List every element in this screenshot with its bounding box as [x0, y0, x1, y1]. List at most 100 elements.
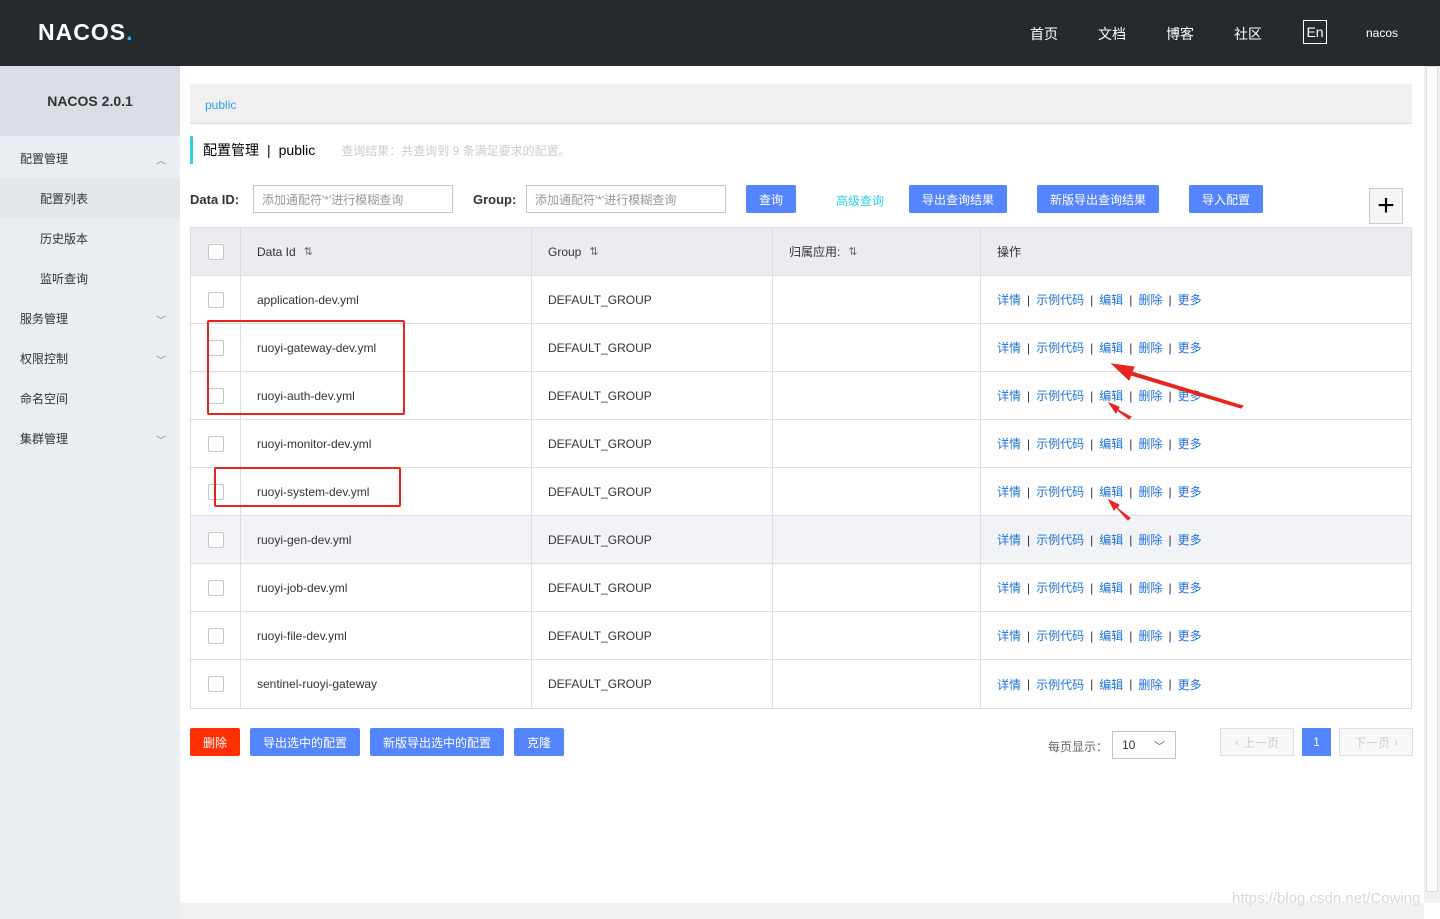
op-edit-link[interactable]: 编辑	[1099, 627, 1123, 644]
nav-docs[interactable]: 文档	[1098, 24, 1126, 44]
op-sample-code-link[interactable]: 示例代码	[1036, 627, 1084, 644]
page-size-select[interactable]: 10 ﹀	[1112, 731, 1176, 759]
sort-icon[interactable]: ⇅	[304, 245, 313, 258]
sort-icon[interactable]: ⇅	[848, 245, 857, 258]
add-config-button[interactable]: +	[1369, 188, 1403, 224]
row-checkbox[interactable]	[207, 531, 224, 548]
op-more-link[interactable]: 更多	[1178, 435, 1202, 452]
delete-selected-button[interactable]: 删除	[190, 728, 240, 756]
export-selected-button[interactable]: 导出选中的配置	[250, 728, 360, 756]
op-detail-link[interactable]: 详情	[997, 435, 1021, 452]
export-results-new-button[interactable]: 新版导出查询结果	[1037, 185, 1159, 213]
op-delete-link[interactable]: 删除	[1138, 579, 1162, 596]
vertical-scrollbar[interactable]	[1424, 66, 1440, 903]
op-delete-link[interactable]: 删除	[1138, 531, 1162, 548]
op-detail-link[interactable]: 详情	[997, 483, 1021, 500]
cell-actions: 详情 | 示例代码 | 编辑 | 删除 | 更多	[997, 676, 1202, 693]
nav-community[interactable]: 社区	[1234, 24, 1262, 44]
row-checkbox[interactable]	[207, 676, 224, 692]
column-header-app[interactable]: 归属应用: ⇅	[773, 228, 981, 275]
op-sample-code-link[interactable]: 示例代码	[1036, 291, 1084, 308]
op-detail-link[interactable]: 详情	[997, 627, 1021, 644]
sidebar-item-service-management[interactable]: 服务管理 ﹀	[0, 298, 180, 338]
sidebar-item-cluster-management[interactable]: 集群管理 ﹀	[0, 418, 180, 458]
op-edit-link[interactable]: 编辑	[1099, 291, 1123, 308]
sidebar-item-config-list[interactable]: 配置列表	[0, 178, 180, 218]
op-edit-link[interactable]: 编辑	[1099, 339, 1123, 356]
op-more-link[interactable]: 更多	[1178, 579, 1202, 596]
cell-actions: 详情 | 示例代码 | 编辑 | 删除 | 更多	[997, 531, 1202, 548]
row-checkbox[interactable]	[207, 579, 224, 596]
sidebar-item-config-management[interactable]: 配置管理 ︿	[0, 138, 180, 178]
export-results-button[interactable]: 导出查询结果	[909, 185, 1007, 213]
sidebar-item-access-control[interactable]: 权限控制 ﹀	[0, 338, 180, 378]
op-delete-link[interactable]: 删除	[1138, 483, 1162, 500]
op-more-link[interactable]: 更多	[1178, 291, 1202, 308]
import-config-button[interactable]: 导入配置	[1189, 185, 1263, 213]
op-detail-link[interactable]: 详情	[997, 531, 1021, 548]
op-sample-code-link[interactable]: 示例代码	[1036, 339, 1084, 356]
op-more-link[interactable]: 更多	[1178, 627, 1202, 644]
group-search-input[interactable]: 添加通配符'*'进行模糊查询	[526, 185, 726, 213]
language-toggle-button[interactable]: En	[1303, 20, 1327, 44]
op-delete-link[interactable]: 删除	[1138, 435, 1162, 452]
op-delete-link[interactable]: 删除	[1138, 291, 1162, 308]
cell-dataid: ruoyi-file-dev.yml	[241, 612, 532, 659]
cell-actions: 详情 | 示例代码 | 编辑 | 删除 | 更多	[997, 387, 1202, 404]
op-more-link[interactable]: 更多	[1178, 387, 1202, 404]
namespace-tab-bar: public	[190, 84, 1412, 124]
namespace-tab-public[interactable]: public	[205, 98, 236, 112]
page-number-current[interactable]: 1	[1302, 728, 1331, 756]
row-checkbox[interactable]	[207, 435, 224, 452]
sidebar-item-history[interactable]: 历史版本	[0, 218, 180, 258]
op-sample-code-link[interactable]: 示例代码	[1036, 387, 1084, 404]
select-all-checkbox[interactable]	[207, 243, 224, 260]
op-delete-link[interactable]: 删除	[1138, 676, 1162, 693]
export-selected-new-button[interactable]: 新版导出选中的配置	[370, 728, 504, 756]
user-name[interactable]: nacos	[1366, 26, 1398, 40]
nav-home[interactable]: 首页	[1030, 24, 1058, 44]
column-header-dataid[interactable]: Data Id ⇅	[241, 228, 532, 275]
op-delete-link[interactable]: 删除	[1138, 387, 1162, 404]
op-edit-link[interactable]: 编辑	[1099, 579, 1123, 596]
op-sample-code-link[interactable]: 示例代码	[1036, 531, 1084, 548]
column-header-group[interactable]: Group ⇅	[532, 228, 773, 275]
op-delete-link[interactable]: 删除	[1138, 339, 1162, 356]
op-more-link[interactable]: 更多	[1178, 339, 1202, 356]
op-detail-link[interactable]: 详情	[997, 676, 1021, 693]
clone-button[interactable]: 克隆	[514, 728, 564, 756]
op-detail-link[interactable]: 详情	[997, 387, 1021, 404]
op-sample-code-link[interactable]: 示例代码	[1036, 676, 1084, 693]
op-edit-link[interactable]: 编辑	[1099, 676, 1123, 693]
table-row: ruoyi-gen-dev.yml DEFAULT_GROUP 详情 | 示例代码 | 编辑…	[191, 516, 1411, 564]
row-checkbox[interactable]	[207, 627, 224, 644]
chevron-left-icon: ‹	[1234, 735, 1239, 749]
op-more-link[interactable]: 更多	[1178, 531, 1202, 548]
sidebar-item-listener-query[interactable]: 监听查询	[0, 258, 180, 298]
op-detail-link[interactable]: 详情	[997, 339, 1021, 356]
nacos-logo[interactable]: NACOS.	[38, 19, 133, 46]
op-detail-link[interactable]: 详情	[997, 291, 1021, 308]
dataid-search-input[interactable]: 添加通配符'*'进行模糊查询	[253, 185, 453, 213]
group-label: Group:	[473, 192, 517, 207]
op-edit-link[interactable]: 编辑	[1099, 531, 1123, 548]
op-sample-code-link[interactable]: 示例代码	[1036, 579, 1084, 596]
advanced-query-link[interactable]: 高级查询	[836, 192, 884, 209]
op-more-link[interactable]: 更多	[1178, 483, 1202, 500]
query-button[interactable]: 查询	[746, 185, 796, 213]
op-sample-code-link[interactable]: 示例代码	[1036, 435, 1084, 452]
op-delete-link[interactable]: 删除	[1138, 627, 1162, 644]
op-more-link[interactable]: 更多	[1178, 676, 1202, 693]
op-edit-link[interactable]: 编辑	[1099, 387, 1123, 404]
sidebar-item-namespace[interactable]: 命名空间	[0, 378, 180, 418]
op-detail-link[interactable]: 详情	[997, 579, 1021, 596]
prev-page-button[interactable]: ‹ 上一页	[1220, 728, 1294, 756]
nav-blog[interactable]: 博客	[1166, 24, 1194, 44]
op-sample-code-link[interactable]: 示例代码	[1036, 483, 1084, 500]
sort-icon[interactable]: ⇅	[589, 245, 598, 258]
scrollbar-thumb[interactable]	[1426, 66, 1438, 892]
op-edit-link[interactable]: 编辑	[1099, 435, 1123, 452]
next-page-button[interactable]: 下一页 ›	[1339, 728, 1413, 756]
op-edit-link[interactable]: 编辑	[1099, 483, 1123, 500]
row-checkbox[interactable]	[207, 291, 224, 308]
